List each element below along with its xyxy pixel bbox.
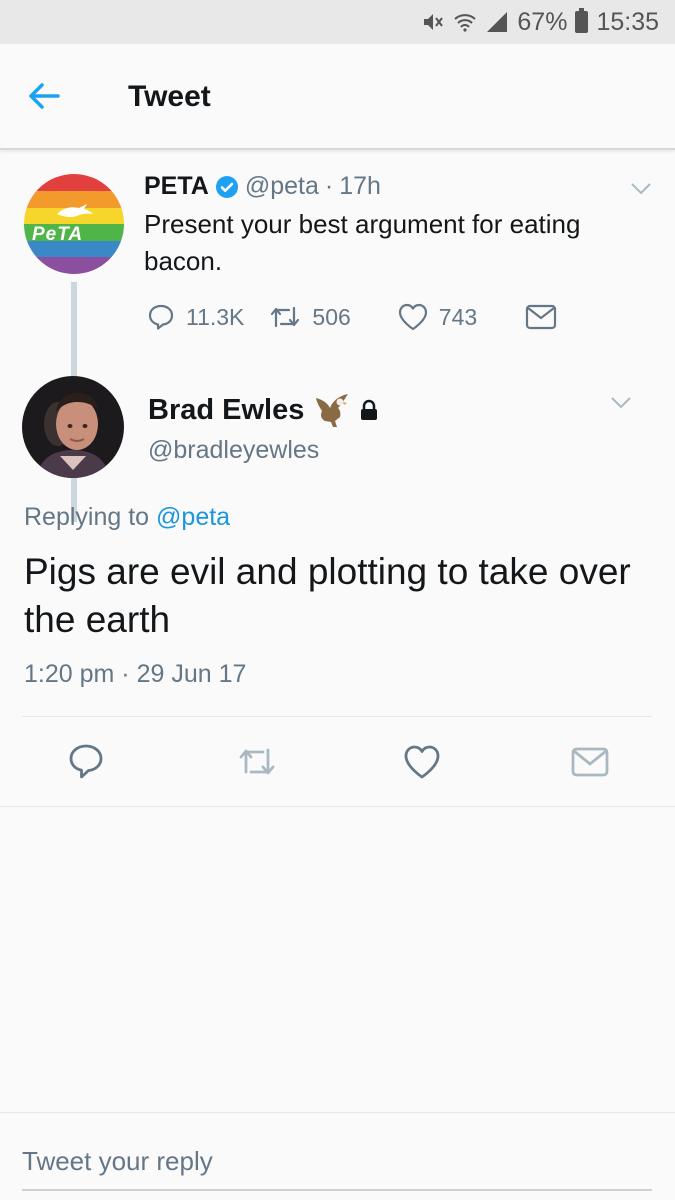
avatar[interactable] xyxy=(22,376,124,478)
replying-to-link[interactable]: @peta xyxy=(156,503,230,531)
replying-prefix: Replying to xyxy=(24,503,150,531)
divider xyxy=(0,806,675,807)
retweet-button[interactable] xyxy=(236,740,276,786)
status-bar: 67% 15:35 xyxy=(0,0,675,44)
envelope-icon xyxy=(571,747,609,777)
tweet-actions xyxy=(0,740,675,786)
replying-to: Replying to @peta xyxy=(24,503,230,532)
retweet-icon xyxy=(271,306,300,328)
direct-message-button[interactable] xyxy=(570,740,610,786)
reply-composer xyxy=(0,1112,675,1200)
like-button[interactable] xyxy=(402,740,442,786)
reply-icon xyxy=(69,744,103,779)
separator: · xyxy=(121,660,130,688)
reply-button[interactable]: 11.3K xyxy=(146,302,244,332)
tweet-text: Present your best argument for eating ba… xyxy=(144,209,581,276)
separator: · xyxy=(324,172,334,200)
battery-percent: 67% xyxy=(517,7,568,36)
reply-icon xyxy=(148,304,174,330)
chevron-down-icon[interactable] xyxy=(630,182,652,196)
profile-photo xyxy=(22,376,124,478)
back-button[interactable] xyxy=(22,74,66,118)
page-title: Tweet xyxy=(128,80,211,113)
author-handle[interactable]: @bradleyewles xyxy=(148,436,319,465)
retweet-icon xyxy=(239,748,275,775)
reply-button[interactable] xyxy=(66,740,106,786)
eagle-emoji-icon xyxy=(316,394,349,427)
tweet-timestamp: 1:20 pm · 29 Jun 17 xyxy=(24,660,246,689)
heart-icon xyxy=(398,303,427,331)
like-count: 743 xyxy=(438,303,478,330)
retweet-count: 506 xyxy=(312,303,351,330)
verified-badge-icon xyxy=(215,175,238,198)
reply-count: 11.3K xyxy=(186,303,245,330)
tweet-header: PETA @peta · 17h xyxy=(144,172,381,201)
reply-input[interactable] xyxy=(22,1133,652,1191)
tweet-time: 1:20 pm xyxy=(24,660,115,688)
status-icons: 67% 15:35 xyxy=(421,6,659,38)
author-handle[interactable]: @peta xyxy=(245,172,319,201)
clock: 15:35 xyxy=(596,7,659,36)
retweet-button[interactable]: 506 xyxy=(268,302,351,332)
mute-icon xyxy=(424,14,444,30)
signal-icon xyxy=(487,12,508,32)
author-name[interactable]: Brad Ewles xyxy=(148,394,304,427)
direct-message-button[interactable] xyxy=(525,304,557,330)
time-ago: 17h xyxy=(339,172,381,200)
lock-icon xyxy=(361,399,378,420)
battery-icon xyxy=(575,8,589,33)
heart-icon xyxy=(404,745,440,779)
divider xyxy=(22,716,652,717)
back-arrow-icon xyxy=(29,83,60,109)
tweet-date: 29 Jun 17 xyxy=(136,660,247,688)
reply-author-row: Brad Ewles xyxy=(148,392,378,428)
like-button[interactable]: 743 xyxy=(397,302,477,332)
app-bar: Tweet xyxy=(0,44,675,150)
peta-logo-text: PeTA xyxy=(32,224,84,245)
wifi-icon xyxy=(454,14,477,32)
author-name[interactable]: PETA xyxy=(144,172,209,201)
tweet-actions: 11.3K 506 743 xyxy=(146,300,557,334)
envelope-icon xyxy=(526,304,557,330)
avatar[interactable]: PeTA xyxy=(24,174,124,274)
tweet-text: Pigs are evil and plotting to take over … xyxy=(24,551,631,640)
chevron-down-icon[interactable] xyxy=(610,396,632,410)
